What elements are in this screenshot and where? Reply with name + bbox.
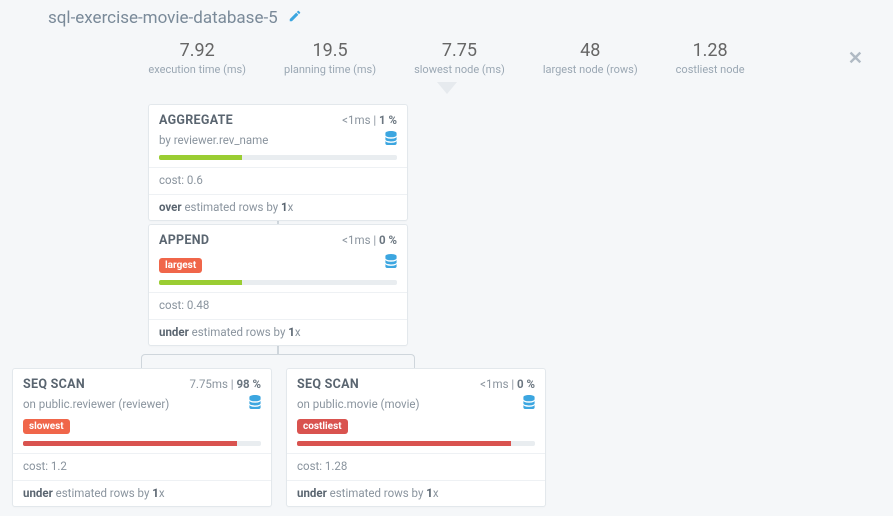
node-timing: <1ms | 0 % [342, 233, 397, 247]
node-subtitle: on public.movie (movie) [297, 397, 420, 411]
stat-label: planning time (ms) [284, 63, 376, 76]
title-row: sql-exercise-movie-database-5 [0, 0, 893, 34]
plan-node-aggregate[interactable]: AGGREGATE <1ms | 1 % by reviewer.rev_nam… [148, 104, 408, 221]
connector [141, 354, 415, 368]
pencil-icon[interactable] [288, 9, 302, 27]
tag-costliest: costliest [297, 419, 348, 434]
node-name: SEQ SCAN [297, 377, 359, 392]
node-timing: <1ms | 0 % [480, 377, 535, 391]
database-icon[interactable] [385, 131, 397, 148]
node-cost: cost: 0.6 [159, 173, 397, 187]
node-cost: cost: 1.28 [297, 459, 535, 473]
stat-execution-time: 7.92 execution time (ms) [148, 40, 246, 76]
node-tags: largest [159, 257, 206, 273]
stat-label: slowest node (ms) [414, 63, 505, 76]
node-name: APPEND [159, 233, 209, 248]
stat-largest-node: 48 largest node (rows) [543, 40, 638, 76]
node-estimate: over estimated rows by 1x [159, 200, 397, 214]
stat-value: 7.75 [414, 40, 505, 61]
node-name: AGGREGATE [159, 113, 233, 128]
stat-label: costliest node [676, 63, 745, 76]
stat-value: 48 [543, 40, 638, 61]
tag-largest: largest [159, 258, 202, 273]
node-estimate: under estimated rows by 1x [23, 486, 261, 500]
node-bar [159, 155, 397, 160]
node-timing: <1ms | 1 % [342, 113, 397, 127]
page-title: sql-exercise-movie-database-5 [48, 8, 278, 28]
plan-node-seq-scan-movie[interactable]: SEQ SCAN <1ms | 0 % on public.movie (mov… [286, 368, 546, 507]
plan-node-append[interactable]: APPEND <1ms | 0 % largest cost: 0.48 und… [148, 224, 408, 346]
stat-label: largest node (rows) [543, 63, 638, 76]
node-cost: cost: 0.48 [159, 298, 397, 312]
database-icon[interactable] [249, 395, 261, 412]
stat-slowest-node: 7.75 slowest node (ms) [414, 40, 505, 76]
node-tags: slowest [23, 418, 261, 434]
close-icon[interactable]: ✕ [848, 48, 863, 69]
node-bar [297, 441, 535, 446]
database-icon[interactable] [523, 395, 535, 412]
node-subtitle: on public.reviewer (reviewer) [23, 397, 169, 411]
node-subtitle: by reviewer.rev_name [159, 133, 268, 147]
stat-value: 19.5 [284, 40, 376, 61]
stat-label: execution time (ms) [148, 63, 246, 76]
node-estimate: under estimated rows by 1x [297, 486, 535, 500]
tag-slowest: slowest [23, 419, 70, 434]
stats-row: 7.92 execution time (ms) 19.5 planning t… [0, 34, 893, 86]
node-estimate: under estimated rows by 1x [159, 325, 397, 339]
stat-planning-time: 19.5 planning time (ms) [284, 40, 376, 76]
node-name: SEQ SCAN [23, 377, 85, 392]
stat-costliest-node: 1.28 costliest node [676, 40, 745, 76]
node-cost: cost: 1.2 [23, 459, 261, 473]
database-icon[interactable] [385, 254, 397, 271]
node-timing: 7.75ms | 98 % [189, 377, 261, 391]
node-bar [23, 441, 261, 446]
node-bar [159, 280, 397, 285]
node-tags: costliest [297, 418, 535, 434]
stat-value: 1.28 [676, 40, 745, 61]
stat-value: 7.92 [148, 40, 246, 61]
plan-node-seq-scan-reviewer[interactable]: SEQ SCAN 7.75ms | 98 % on public.reviewe… [12, 368, 272, 507]
